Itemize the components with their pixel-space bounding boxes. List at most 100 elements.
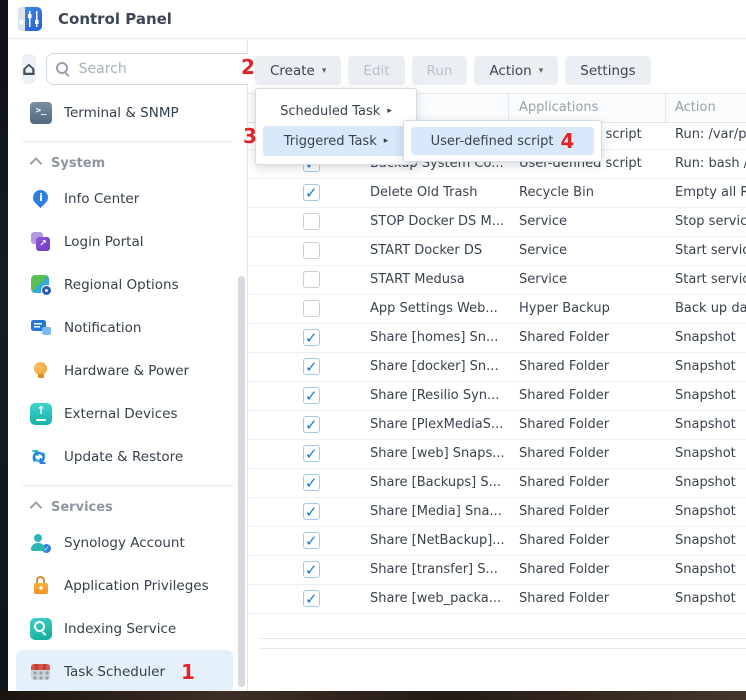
row-checkbox[interactable] [303,503,320,520]
menu-item-triggered-task[interactable]: Triggered Task▸ [263,126,409,156]
column-header-action[interactable]: Action [675,100,716,115]
action-cell: Stop servic [675,214,746,229]
row-checkbox[interactable] [303,561,320,578]
sidebar-item-synology-account[interactable]: ✓Synology Account [16,521,233,564]
task-name-cell: STOP Docker DS M... [370,214,518,229]
row-checkbox[interactable] [303,532,320,549]
row-checkbox[interactable] [303,329,320,346]
sidebar-item-hardware-power[interactable]: Hardware & Power [16,349,233,392]
row-checkbox[interactable] [303,474,320,491]
row-checkbox[interactable] [303,242,320,259]
indexing-icon [30,618,52,640]
sidebar-item-label: Info Center [64,191,139,207]
chevron-up-icon [30,501,43,514]
table-row[interactable]: Share [web_packa...Shared FolderSnapshot [248,585,746,614]
action-button[interactable]: Action▾ [474,56,558,85]
action-cell: Snapshot [675,533,746,548]
application-cell: Shared Folder [519,330,664,345]
sidebar-divider [22,141,233,142]
globe-clock-icon [30,274,52,296]
row-checkbox[interactable] [303,416,320,433]
table-row[interactable]: Share [Backups] S...Shared FolderSnapsho… [248,469,746,498]
table-row[interactable]: Share [PlexMediaS...Shared FolderSnapsho… [248,411,746,440]
settings-button[interactable]: Settings [565,56,650,85]
search-icon [55,61,71,77]
table-row[interactable]: Share [Media] Sna...Shared FolderSnapsho… [248,498,746,527]
info-icon [30,188,52,210]
sidebar-menu: Terminal & SNMP System Info Center Login Po… [8,85,247,693]
sidebar-section-system[interactable]: System [8,149,247,177]
section-label: Services [51,500,113,515]
section-label: System [51,156,105,171]
lightbulb-icon [30,360,52,382]
table-row[interactable]: Share [transfer] S...Shared FolderSnapsh… [248,556,746,585]
sidebar-item-label: Application Privileges [64,578,209,594]
table-row[interactable]: Share [web] Snaps...Shared FolderSnapsho… [248,440,746,469]
home-button[interactable] [22,54,36,84]
sidebar-item-regional-options[interactable]: Regional Options [16,263,233,306]
row-checkbox[interactable] [303,387,320,404]
sidebar-item-task-scheduler[interactable]: Task Scheduler1 [16,650,233,693]
application-cell: Service [519,243,664,258]
application-cell: Shared Folder [519,359,664,374]
check-badge-icon: ✓ [41,543,52,554]
row-checkbox[interactable] [303,358,320,375]
row-checkbox[interactable] [303,300,320,317]
task-name-cell: Share [web_packa... [370,591,518,606]
calendar-icon [30,661,52,683]
table-row[interactable]: Delete Old TrashRecycle BinEmpty all R [248,179,746,208]
action-cell: Snapshot [675,591,746,606]
table-row[interactable]: App Settings Web...Hyper BackupBack up d… [248,295,746,324]
control-panel-window: Control Panel Terminal & SNMPSystemInfo … [8,0,746,691]
table-row[interactable]: Share [NetBackup]...Shared FolderSnapsho… [248,527,746,556]
sidebar-item-indexing-service[interactable]: Indexing Service [16,607,233,650]
sidebar-item-terminal-snmp[interactable]: Terminal & SNMP [16,91,233,134]
annotation-1: 1 [181,662,195,682]
table-row[interactable]: Share [homes] Sn...Shared FolderSnapshot [248,324,746,353]
sidebar-section-services[interactable]: Services [8,493,247,521]
sidebar-scrollbar-thumb[interactable] [238,276,245,687]
create-button[interactable]: Create▾ [255,56,341,85]
table-row[interactable]: Share [Resilio Syn...Shared FolderSnapsh… [248,382,746,411]
action-cell: Snapshot [675,475,746,490]
action-cell: Snapshot [675,504,746,519]
menu-item-scheduled-task[interactable]: Scheduled Task▸ [263,96,409,126]
menu-item-label: Triggered Task [284,134,377,149]
application-cell: Shared Folder [519,388,664,403]
button-label: Edit [363,63,389,79]
empty-row-divider [260,648,746,649]
table-row[interactable]: Share [docker] Sn...Shared FolderSnapsho… [248,353,746,382]
row-checkbox[interactable] [303,184,320,201]
row-checkbox[interactable] [303,445,320,462]
table-row[interactable]: START MedusaServiceStart servic [248,266,746,295]
row-checkbox[interactable] [303,590,320,607]
chat-icon [30,317,52,339]
table-row[interactable]: STOP Docker DS M...ServiceStop servic [248,208,746,237]
column-divider [508,94,509,122]
row-checkbox[interactable] [303,271,320,288]
sidebar-item-login-portal[interactable]: Login Portal [16,220,233,263]
column-header-applications[interactable]: Applications [519,100,598,115]
sidebar-item-label: Terminal & SNMP [64,105,179,121]
application-cell: Hyper Backup [519,301,664,316]
search-input[interactable] [77,60,255,78]
task-name-cell: Share [docker] Sn... [370,359,518,374]
sidebar-item-info-center[interactable]: Info Center [16,177,233,220]
table-row[interactable]: START Docker DSServiceStart servic [248,237,746,266]
task-name-cell: Share [transfer] S... [370,562,518,577]
row-checkbox[interactable] [303,213,320,230]
sidebar-item-update-restore[interactable]: Update & Restore [16,435,233,478]
sidebar: Terminal & SNMP System Info Center Login Po… [8,39,248,691]
sidebar-item-notification[interactable]: Notification [16,306,233,349]
application-cell: Shared Folder [519,475,664,490]
update-icon [30,446,52,468]
button-label: Create [270,63,315,79]
application-cell: Recycle Bin [519,185,664,200]
sidebar-item-application-privileges[interactable]: Application Privileges [16,564,233,607]
task-name-cell: Delete Old Trash [370,185,518,200]
menu-item-user-defined-script[interactable]: User-defined script4 [411,127,594,155]
sidebar-item-external-devices[interactable]: External Devices [16,392,233,435]
search-box[interactable] [46,53,264,85]
run-button: Run [412,56,468,85]
sidebar-item-label: Login Portal [64,234,144,250]
